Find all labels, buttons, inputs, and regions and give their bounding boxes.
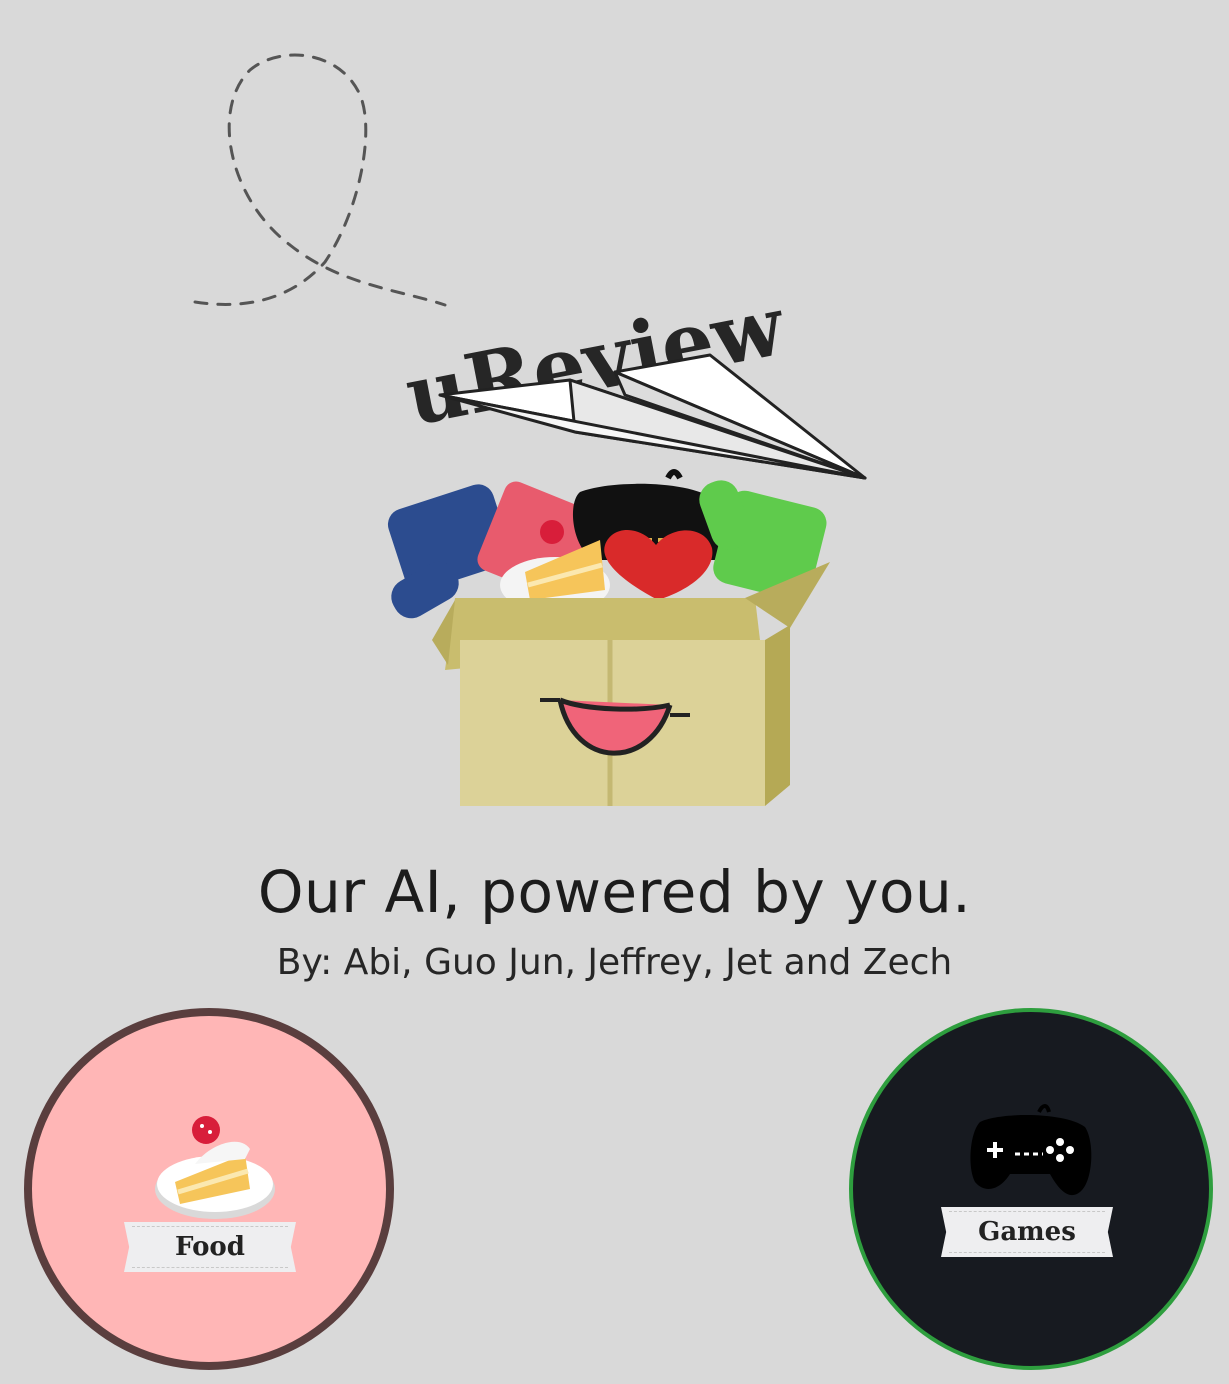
hero-logo-illustration: uReview <box>193 53 867 806</box>
food-category-button[interactable] <box>24 1008 394 1370</box>
gamepad-icon <box>970 1104 1092 1196</box>
games-category-button[interactable]: Games <box>849 1008 1213 1370</box>
games-label-banner[interactable]: Games <box>941 1207 1113 1257</box>
cake-icon <box>155 1116 275 1219</box>
games-label: Games <box>978 1217 1076 1247</box>
food-label: Food <box>175 1232 245 1262</box>
tagline: Our AI, powered by you. <box>257 858 972 926</box>
food-label-banner[interactable]: Food <box>124 1222 296 1272</box>
byline: By: Abi, Guo Jun, Jeffrey, Jet and Zech <box>276 942 953 983</box>
flight-path-dashes <box>193 53 447 307</box>
box-icon <box>432 562 830 806</box>
